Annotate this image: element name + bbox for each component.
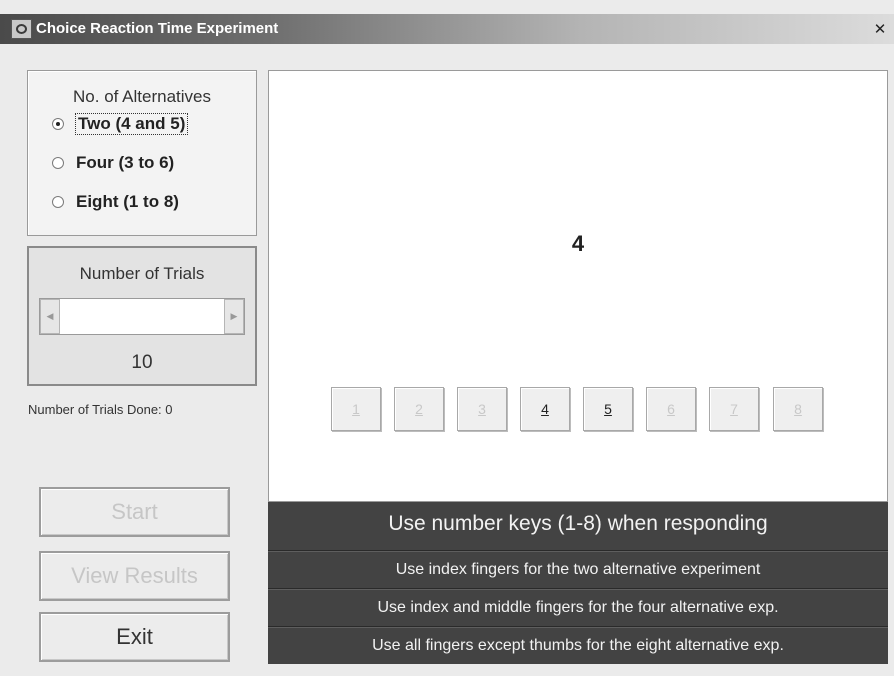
instructions-main: Use number keys (1-8) when responding: [388, 512, 768, 535]
key-button-3[interactable]: 3: [457, 387, 507, 431]
title-bar: Choice Reaction Time Experiment ✕: [0, 14, 894, 44]
stimulus-digit: 4: [571, 231, 585, 256]
instructions-panel: Use number keys (1-8) when responding Us…: [268, 502, 888, 664]
radio-button-icon[interactable]: [52, 157, 64, 169]
key-button-1[interactable]: 1: [331, 387, 381, 431]
exit-button[interactable]: Exit: [39, 612, 230, 662]
stimulus-display: 4 1 2 3 4 5 6 7 8: [268, 70, 888, 502]
instruction-line: Use index fingers for the two alternativ…: [268, 550, 888, 588]
alternatives-title: No. of Alternatives: [73, 87, 211, 106]
app-icon: [11, 19, 32, 39]
key-button-5[interactable]: 5: [583, 387, 633, 431]
scroll-left-icon[interactable]: ◀: [40, 299, 60, 334]
start-button[interactable]: Start: [39, 487, 230, 537]
trials-scrollbar[interactable]: ◀ ▶: [39, 298, 245, 335]
radio-button-icon[interactable]: [52, 196, 64, 208]
radio-label: Eight (1 to 8): [76, 192, 179, 211]
instruction-line: Use index and middle fingers for the fou…: [268, 588, 888, 626]
key-button-7[interactable]: 7: [709, 387, 759, 431]
trials-group: Number of Trials ◀ ▶ 10: [27, 246, 257, 386]
app-window: Choice Reaction Time Experiment ✕ No. of…: [0, 0, 894, 676]
radio-two[interactable]: Two (4 and 5): [52, 111, 189, 137]
alternatives-group: No. of Alternatives Two (4 and 5) Four (…: [27, 70, 257, 236]
radio-label: Four (3 to 6): [76, 153, 175, 172]
key-button-4[interactable]: 4: [520, 387, 570, 431]
close-icon[interactable]: ✕: [870, 19, 890, 39]
instruction-line: Use all fingers except thumbs for the ei…: [268, 626, 888, 664]
scroll-right-icon[interactable]: ▶: [224, 299, 244, 334]
radio-label: Two (4 and 5): [74, 113, 189, 135]
key-button-2[interactable]: 2: [394, 387, 444, 431]
radio-eight[interactable]: Eight (1 to 8): [52, 189, 179, 215]
trials-title: Number of Trials: [79, 264, 205, 283]
key-button-6[interactable]: 6: [646, 387, 696, 431]
key-button-8[interactable]: 8: [773, 387, 823, 431]
radio-button-icon[interactable]: [52, 118, 64, 130]
trials-value: 10: [131, 352, 153, 373]
trials-done-label: Number of Trials Done: 0: [28, 402, 173, 417]
window-title: Choice Reaction Time Experiment: [36, 20, 279, 37]
view-results-button[interactable]: View Results: [39, 551, 230, 601]
radio-four[interactable]: Four (3 to 6): [52, 150, 174, 176]
